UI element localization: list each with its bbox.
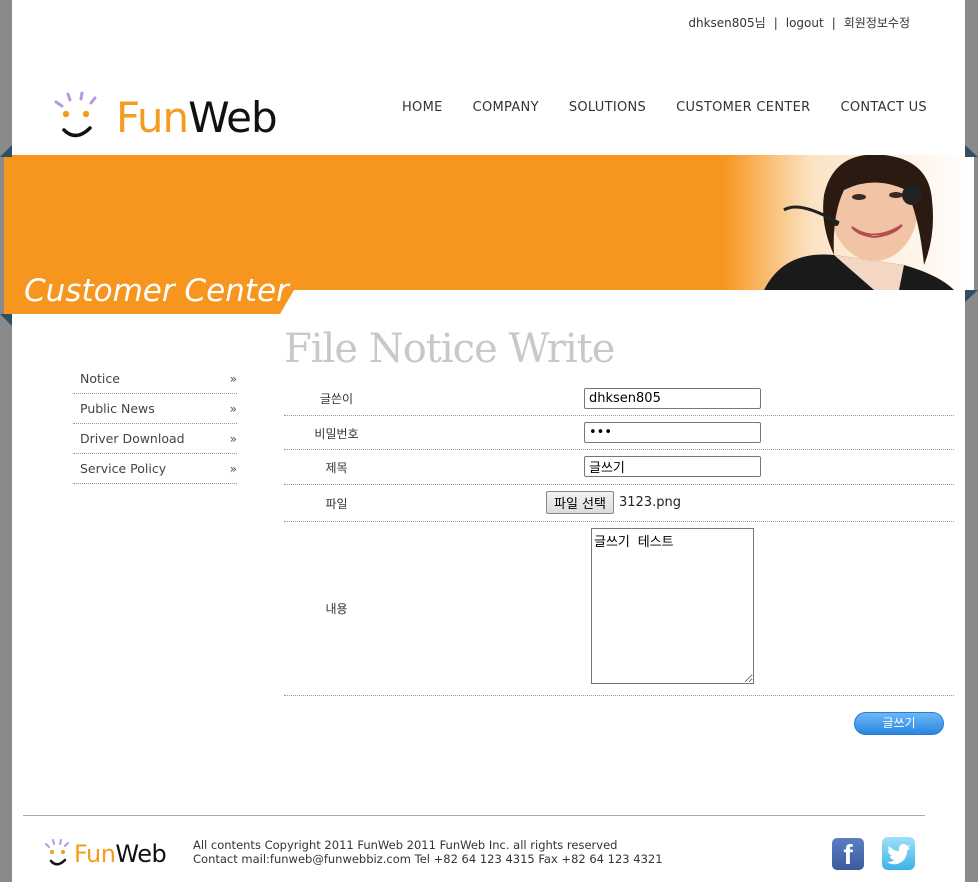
write-form: 글쓴이 비밀번호 제목 파일 파일 선택 3123.png 내용 글쓰기 테스트 [284, 381, 954, 696]
smiley-logo-icon [45, 839, 69, 866]
page-title: File Notice Write [284, 326, 615, 372]
double-chevron-right-icon: » [229, 401, 237, 416]
form-row-password: 비밀번호 [284, 416, 954, 450]
footer-text: All contents Copyright 2011 FunWeb 2011 … [193, 838, 663, 866]
user-bar: dhksen805님 | logout | 회원정보수정 [688, 14, 910, 31]
logo[interactable]: FunWeb [50, 90, 300, 146]
corner-accent [965, 145, 978, 157]
copyright-text: All contents Copyright 2011 FunWeb 2011 … [193, 838, 618, 852]
footer-logo: FunWeb [44, 838, 174, 870]
banner-title: Customer Center [24, 273, 289, 309]
password-label: 비밀번호 [314, 427, 359, 441]
form-row-file: 파일 파일 선택 3123.png [284, 485, 954, 522]
nav-customer-center[interactable]: CUSTOMER CENTER [676, 100, 810, 115]
file-picker: 파일 선택 3123.png [546, 491, 681, 514]
footer-divider [23, 815, 925, 816]
selected-file-name: 3123.png [618, 495, 681, 510]
corner-accent [965, 290, 978, 302]
nav-solutions[interactable]: SOLUTIONS [569, 100, 646, 115]
sidebar-item-label: Public News [80, 401, 155, 416]
sidebar-item-notice[interactable]: Notice » [73, 364, 237, 394]
sidebar-item-label: Notice [80, 371, 120, 386]
separator: | [773, 15, 778, 30]
twitter-icon[interactable] [882, 837, 915, 870]
nav-contact-us[interactable]: CONTACT US [840, 100, 927, 115]
nav-home[interactable]: HOME [402, 100, 443, 115]
password-field[interactable] [584, 422, 761, 443]
nav-company[interactable]: COMPANY [473, 100, 539, 115]
separator: | [831, 15, 836, 30]
sidebar-item-label: Service Policy [80, 461, 167, 476]
form-row-subject: 제목 [284, 450, 954, 485]
sidebar-item-driver-download[interactable]: Driver Download » [73, 424, 237, 454]
logout-link[interactable]: logout [786, 16, 824, 30]
banner: Customer Center [4, 155, 974, 315]
username: dhksen805님 [688, 16, 766, 30]
sidebar-item-service-policy[interactable]: Service Policy » [73, 454, 237, 484]
content-textarea[interactable]: 글쓰기 테스트 [591, 528, 754, 684]
content-label: 내용 [325, 602, 348, 616]
logo-wordmark: FunWeb [116, 93, 278, 142]
contact-text: Contact mail:funweb@funwebbiz.com Tel +8… [193, 852, 663, 866]
double-chevron-right-icon: » [229, 461, 237, 476]
facebook-icon[interactable]: f [832, 838, 864, 870]
file-select-button[interactable]: 파일 선택 [546, 491, 614, 514]
double-chevron-right-icon: » [229, 431, 237, 446]
footer-logo-wordmark: FunWeb [74, 840, 167, 868]
corner-accent [0, 145, 12, 157]
main-nav: HOME COMPANY SOLUTIONS CUSTOMER CENTER C… [402, 100, 927, 115]
edit-profile-link[interactable]: 회원정보수정 [844, 14, 910, 31]
support-agent-photo [724, 155, 974, 290]
page: dhksen805님 | logout | 회원정보수정 FunWeb HOME… [4, 0, 974, 882]
form-row-writer: 글쓴이 [284, 381, 954, 416]
smiley-logo-icon [54, 91, 97, 138]
sidebar-item-public-news[interactable]: Public News » [73, 394, 237, 424]
double-chevron-right-icon: » [229, 371, 237, 386]
file-label: 파일 [325, 497, 348, 511]
writer-field[interactable] [584, 388, 761, 409]
form-row-content: 내용 글쓰기 테스트 [284, 522, 954, 696]
writer-label: 글쓴이 [319, 392, 354, 406]
corner-accent [0, 314, 12, 326]
subject-field[interactable] [584, 456, 761, 477]
sidebar: Notice » Public News » Driver Download »… [73, 364, 237, 484]
submit-button[interactable]: 글쓰기 [854, 712, 944, 735]
subject-label: 제목 [325, 461, 348, 475]
sidebar-item-label: Driver Download [80, 431, 185, 446]
